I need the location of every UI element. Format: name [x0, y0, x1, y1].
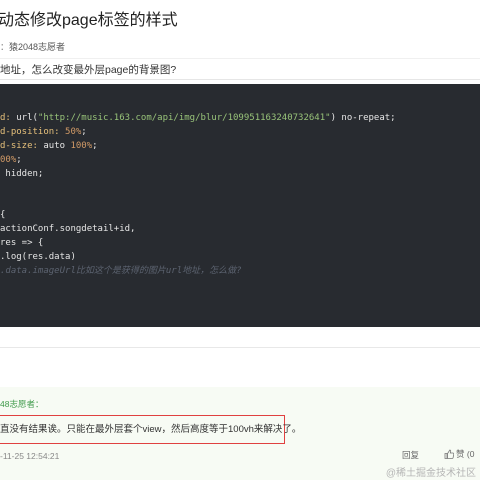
- code-token: .data.imageUrl比如这个是获得的图片url地址，怎么做?: [0, 265, 242, 276]
- like-button[interactable]: 赞 (0: [444, 448, 474, 460]
- code-token: 50%: [65, 126, 82, 137]
- code-token: ;: [81, 126, 87, 137]
- code-token: ;: [92, 140, 98, 151]
- code-line: res => {: [0, 237, 480, 251]
- divider: [0, 347, 480, 348]
- code-line: actionConf.songdetail+id,: [0, 223, 480, 237]
- code-line: .data.imageUrl比如这个是获得的图片url地址，怎么做?: [0, 265, 480, 279]
- meta-prefix: ：: [0, 42, 10, 52]
- code-line: d-size: auto 100%;: [0, 140, 480, 154]
- code-block: d: url("http://music.163.com/api/img/blu…: [0, 84, 480, 327]
- code-token: actionConf.songdetail+id,: [0, 224, 136, 235]
- reply-button[interactable]: 回复: [402, 449, 419, 461]
- question-meta: ：猿2048志愿者: [0, 40, 65, 53]
- code-line: d-position: 50%;: [0, 126, 480, 140]
- code-line: .log(res.data): [0, 251, 480, 265]
- watermark: @稀土掘金技术社区: [385, 468, 476, 479]
- answer-text: 直没有结果诶。只能在最外层套个view，然后高度等于100vh来解决了。: [0, 424, 302, 435]
- code-token: ) no-repeat;: [330, 113, 396, 123]
- question-title: 动态修改page标签的样式: [0, 12, 178, 29]
- code-token: url(: [16, 113, 38, 123]
- question-author-link[interactable]: 猿2048志愿者: [9, 42, 65, 52]
- code-line: d: url("http://music.163.com/api/img/blu…: [0, 112, 480, 126]
- code-token: res => {: [0, 238, 44, 249]
- code-token: 100%: [70, 140, 93, 151]
- question-body: 地址，怎么改变最外层page的背景图?: [0, 58, 480, 80]
- code-line: 00%;: [0, 154, 480, 168]
- code-token: hidden;: [0, 168, 44, 179]
- code-line: hidden;: [0, 168, 480, 182]
- answer-timestamp: -11-25 12:54:21: [0, 451, 60, 461]
- code-token: {: [0, 210, 6, 221]
- thumbs-up-icon: [444, 449, 454, 459]
- like-label: 赞 (0: [456, 449, 475, 459]
- answer-author-link[interactable]: 48志愿者：: [0, 398, 43, 410]
- code-token: 00%: [0, 154, 17, 165]
- code-token: d:: [0, 113, 17, 123]
- code-token: .log(res.data): [0, 251, 76, 262]
- code-token: d-position:: [0, 126, 66, 137]
- code-token: auto: [43, 140, 71, 151]
- code-token: d-size:: [0, 140, 44, 151]
- code-token: "http://music.163.com/api/img/blur/10995…: [37, 113, 331, 123]
- code-line: {: [0, 209, 480, 223]
- code-token: ;: [16, 154, 22, 165]
